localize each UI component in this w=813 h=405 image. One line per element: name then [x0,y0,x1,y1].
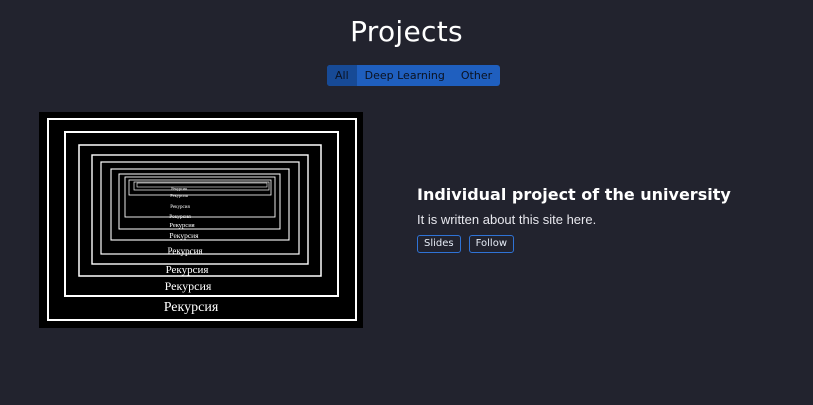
recursion-label-3: Рекурсия [166,264,209,276]
projects-page: Projects All Deep Learning Other Рекурси… [0,0,813,405]
project-actions: Slides Follow [417,235,797,253]
page-title: Projects [350,15,463,48]
recursion-label-8: Рекурсия [170,205,190,210]
recursion-label-7: Рекурсия [169,214,191,220]
project-description: It is written about this site here. [417,212,597,227]
slides-button[interactable]: Slides [417,235,461,253]
filter-group: All Deep Learning Other [327,65,501,86]
recursion-label-5: Рекурсия [169,231,199,240]
follow-button[interactable]: Follow [468,235,514,253]
project-thumbnail[interactable]: Рекурсия Рекурсия Рекурсия Рекурсия Реку… [39,112,363,328]
recursion-label-2: Рекурсия [165,279,212,293]
recursion-image: Рекурсия Рекурсия Рекурсия Рекурсия Реку… [47,118,357,321]
recursion-label-9: Рекурсия [170,193,188,198]
recursion-label-10: Рекурсия [171,186,187,191]
project-title: Individual project of the university [417,185,731,204]
filter-other-button[interactable]: Other [453,65,500,86]
filter-deep-learning-button[interactable]: Deep Learning [357,65,453,86]
recursion-label-1: Рекурсия [164,300,219,315]
recursion-label-4: Рекурсия [167,246,202,256]
recursion-label-6: Рекурсия [169,222,194,229]
filter-all-button[interactable]: All [327,65,357,86]
project-info: Individual project of the university It … [417,185,797,253]
